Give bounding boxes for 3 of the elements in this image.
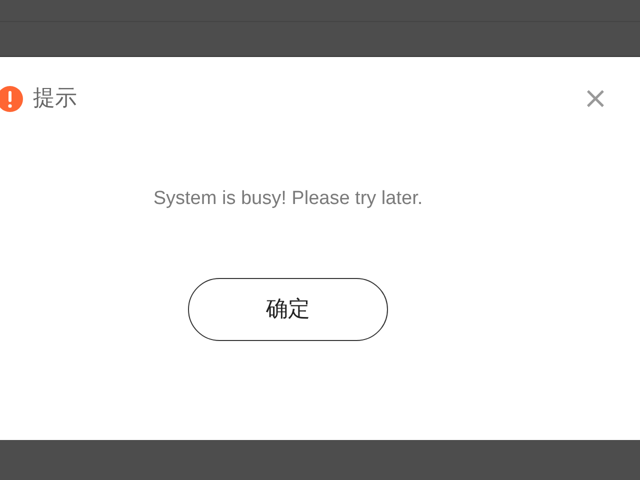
confirm-button[interactable]: 确定 <box>188 278 388 340</box>
message-text: System is busy! Please try later. <box>152 187 424 211</box>
dialog-title: 提示 <box>33 88 77 110</box>
